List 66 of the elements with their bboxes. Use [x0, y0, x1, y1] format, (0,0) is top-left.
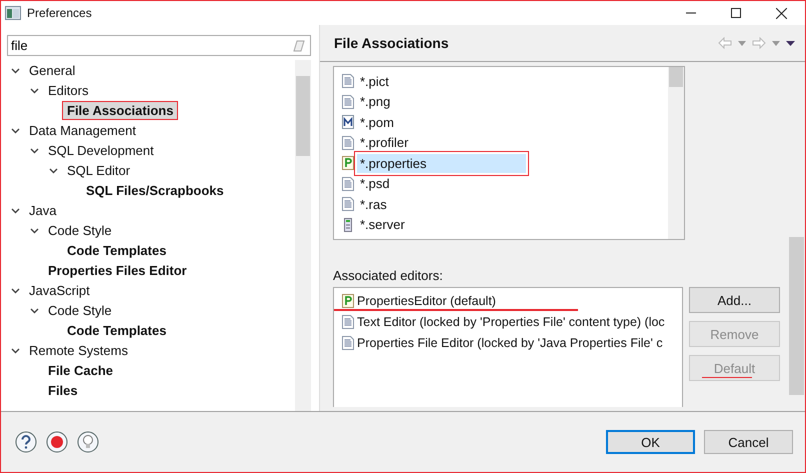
- tree-item[interactable]: Properties Files Editor: [44, 262, 191, 278]
- menu-icon[interactable]: [786, 40, 795, 46]
- tree-item[interactable]: Code Style: [44, 302, 116, 318]
- tree-item[interactable]: SQL Editor: [63, 162, 134, 178]
- dialog-button[interactable]: OK: [606, 430, 695, 454]
- collapse-chevron-icon[interactable]: [30, 146, 39, 154]
- collapse-chevron-icon[interactable]: [11, 206, 20, 214]
- tree-item[interactable]: Files: [44, 382, 82, 398]
- list-item[interactable]: *.psd: [357, 174, 393, 194]
- collapse-chevron-icon[interactable]: [30, 86, 39, 94]
- list-item[interactable]: *.ras: [357, 194, 390, 214]
- text-file-icon: [342, 336, 354, 350]
- list-item[interactable]: *.profiler: [357, 133, 412, 152]
- collapse-chevron-icon[interactable]: [11, 346, 20, 354]
- list-item[interactable]: *.png: [357, 92, 394, 112]
- text-file-icon: [342, 136, 354, 150]
- list-item[interactable]: *.server: [357, 215, 408, 234]
- maven-file-icon: [342, 115, 354, 130]
- tree-item[interactable]: SQL Development: [44, 142, 158, 158]
- text-file-icon: [342, 314, 354, 328]
- text-file-icon: [342, 176, 354, 191]
- tree-item[interactable]: Remote Systems: [25, 342, 132, 358]
- lightbulb-icon[interactable]: [77, 431, 99, 453]
- tree-item[interactable]: File Cache: [44, 362, 118, 378]
- scrollbar[interactable]: [668, 67, 684, 239]
- text-file-icon: [342, 94, 354, 109]
- collapse-chevron-icon[interactable]: [49, 166, 58, 174]
- list-item[interactable]: *.properties: [357, 154, 526, 173]
- tree-item[interactable]: JavaScript: [25, 282, 94, 298]
- help-icon[interactable]: [15, 431, 37, 453]
- page-title: File Associations: [334, 35, 449, 51]
- collapse-chevron-icon[interactable]: [30, 306, 39, 314]
- editors-list[interactable]: PropertiesEditor (default) Text Editor (locked by 'Properties File' content type) (loc Properties File Editor (locked by 'Java Properties File' c: [333, 287, 683, 407]
- tree-item[interactable]: Editors: [44, 82, 92, 98]
- tree-item[interactable]: Java: [25, 202, 60, 218]
- text-file-icon: [342, 74, 354, 88]
- tree-item[interactable]: Code Style: [44, 222, 116, 238]
- window-icon: [5, 6, 21, 20]
- collapse-chevron-icon[interactable]: [11, 286, 20, 294]
- list-item[interactable]: PropertiesEditor (default): [357, 294, 496, 308]
- record-icon[interactable]: [46, 431, 68, 453]
- tree-item[interactable]: Code Templates: [63, 242, 170, 258]
- list-item[interactable]: *.pict: [357, 72, 392, 91]
- tree-item[interactable]: File Associations: [63, 102, 178, 118]
- filter-field[interactable]: file: [7, 35, 311, 56]
- properties-file-icon: [342, 156, 354, 170]
- properties-file-icon: [342, 294, 354, 308]
- scrollbar[interactable]: [295, 60, 311, 411]
- collapse-chevron-icon[interactable]: [30, 226, 39, 234]
- list-item[interactable]: Properties File Editor (locked by 'Java Properties File' c: [357, 336, 663, 350]
- tree-item[interactable]: Code Templates: [63, 322, 170, 338]
- tree-item[interactable]: General: [25, 62, 80, 78]
- collapse-chevron-icon[interactable]: [11, 66, 20, 74]
- text-file-icon: [342, 197, 354, 212]
- tree-item[interactable]: SQL Files/Scrapbooks: [82, 182, 228, 198]
- window-title: Preferences: [27, 6, 92, 20]
- close-icon[interactable]: [776, 8, 787, 18]
- collapse-chevron-icon[interactable]: [11, 126, 20, 134]
- tree-item[interactable]: Data Management: [25, 122, 140, 138]
- list-item[interactable]: Text Editor (locked by 'Properties File' content type) (loc: [357, 314, 665, 328]
- section-label: Associated editors:: [333, 268, 444, 283]
- maximize-icon[interactable]: [731, 8, 741, 18]
- add-button[interactable]: Add...: [689, 287, 780, 313]
- dialog-button[interactable]: Cancel: [704, 430, 793, 454]
- server-file-icon: [342, 218, 354, 232]
- list-item[interactable]: *.pom: [357, 112, 397, 132]
